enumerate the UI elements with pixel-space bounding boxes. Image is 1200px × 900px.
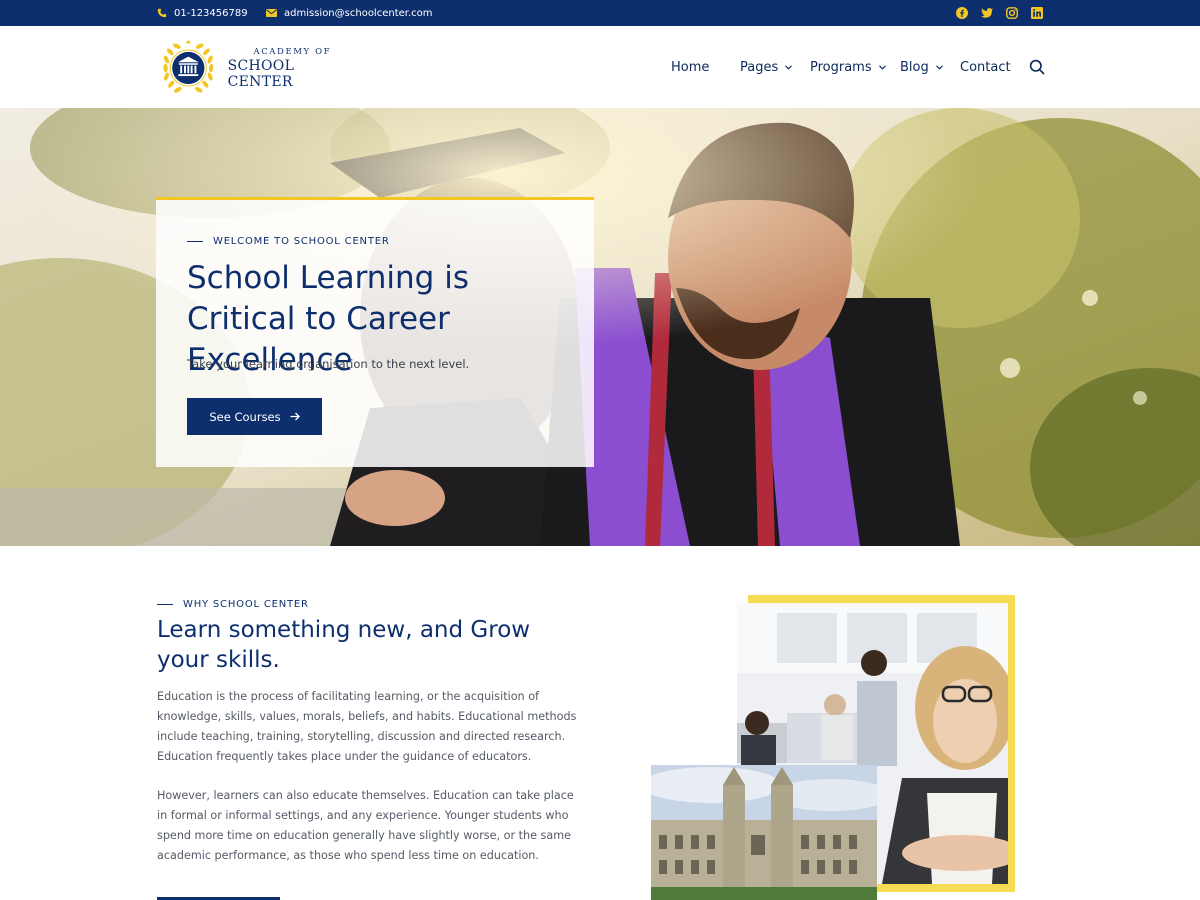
laurel-emblem-icon	[163, 40, 214, 93]
nav-item-programs[interactable]: Programs	[810, 26, 886, 108]
nav-label: Programs	[810, 59, 872, 75]
chevron-down-icon	[878, 63, 886, 72]
why-title: Learn something new, and Grow your skill…	[157, 617, 531, 673]
phone-icon	[157, 8, 167, 18]
facebook-icon[interactable]	[955, 6, 969, 20]
phone-contact[interactable]: 01-123456789	[157, 0, 248, 26]
nav-item-contact[interactable]: Contact	[960, 26, 1011, 108]
nav-label: Blog	[900, 59, 929, 75]
arrow-right-icon	[290, 410, 300, 424]
nav-label: Home	[671, 59, 710, 75]
site-header: ACADEMY OF SCHOOL CENTER	[0, 26, 1200, 108]
nav-label: Pages	[740, 59, 779, 75]
linkedin-icon[interactable]	[1030, 6, 1044, 20]
nav-item-blog[interactable]: Blog	[900, 26, 943, 108]
eyebrow-dash	[187, 241, 203, 242]
see-courses-button[interactable]: See Courses	[187, 398, 322, 435]
nav-item-pages[interactable]: Pages	[740, 26, 793, 108]
why-eyebrow: WHY SCHOOL CENTER	[157, 599, 309, 610]
search-icon[interactable]	[1029, 59, 1045, 75]
top-bar: 01-123456789 admission@schoolcenter.com	[0, 0, 1200, 26]
email-address: admission@schoolcenter.com	[284, 7, 433, 19]
chevron-down-icon	[785, 63, 793, 72]
nav-item-home[interactable]: Home	[671, 26, 709, 108]
instagram-icon[interactable]	[1005, 6, 1019, 20]
phone-number: 01-123456789	[174, 7, 248, 19]
why-eyebrow-text: WHY SCHOOL CENTER	[183, 599, 309, 610]
why-paragraph-2: However, learners can also educate thems…	[157, 789, 574, 862]
see-courses-label: See Courses	[209, 409, 281, 424]
nav-label: Contact	[960, 59, 1011, 75]
site-logo[interactable]: ACADEMY OF SCHOOL CENTER	[157, 37, 357, 99]
logo-line-1: ACADEMY OF	[253, 46, 332, 57]
eyebrow-dash	[157, 604, 173, 605]
hero-card: WELCOME TO SCHOOL CENTER School Learning…	[156, 197, 594, 467]
campus-building-photo	[651, 765, 877, 900]
hero-section: WELCOME TO SCHOOL CENTER School Learning…	[0, 108, 1200, 546]
envelope-icon	[266, 9, 277, 17]
chevron-down-icon	[935, 63, 943, 72]
hero-subtitle: Take your learning organisation to the n…	[187, 357, 470, 371]
social-links	[955, 0, 1044, 26]
twitter-icon[interactable]	[980, 6, 994, 20]
hero-eyebrow: WELCOME TO SCHOOL CENTER	[187, 236, 390, 247]
why-paragraph-1: Education is the process of facilitating…	[157, 690, 577, 763]
logo-line-2: SCHOOL CENTER	[227, 57, 295, 90]
hero-eyebrow-text: WELCOME TO SCHOOL CENTER	[213, 236, 390, 247]
logo-text: ACADEMY OF SCHOOL CENTER	[228, 47, 357, 90]
email-contact[interactable]: admission@schoolcenter.com	[266, 0, 433, 26]
